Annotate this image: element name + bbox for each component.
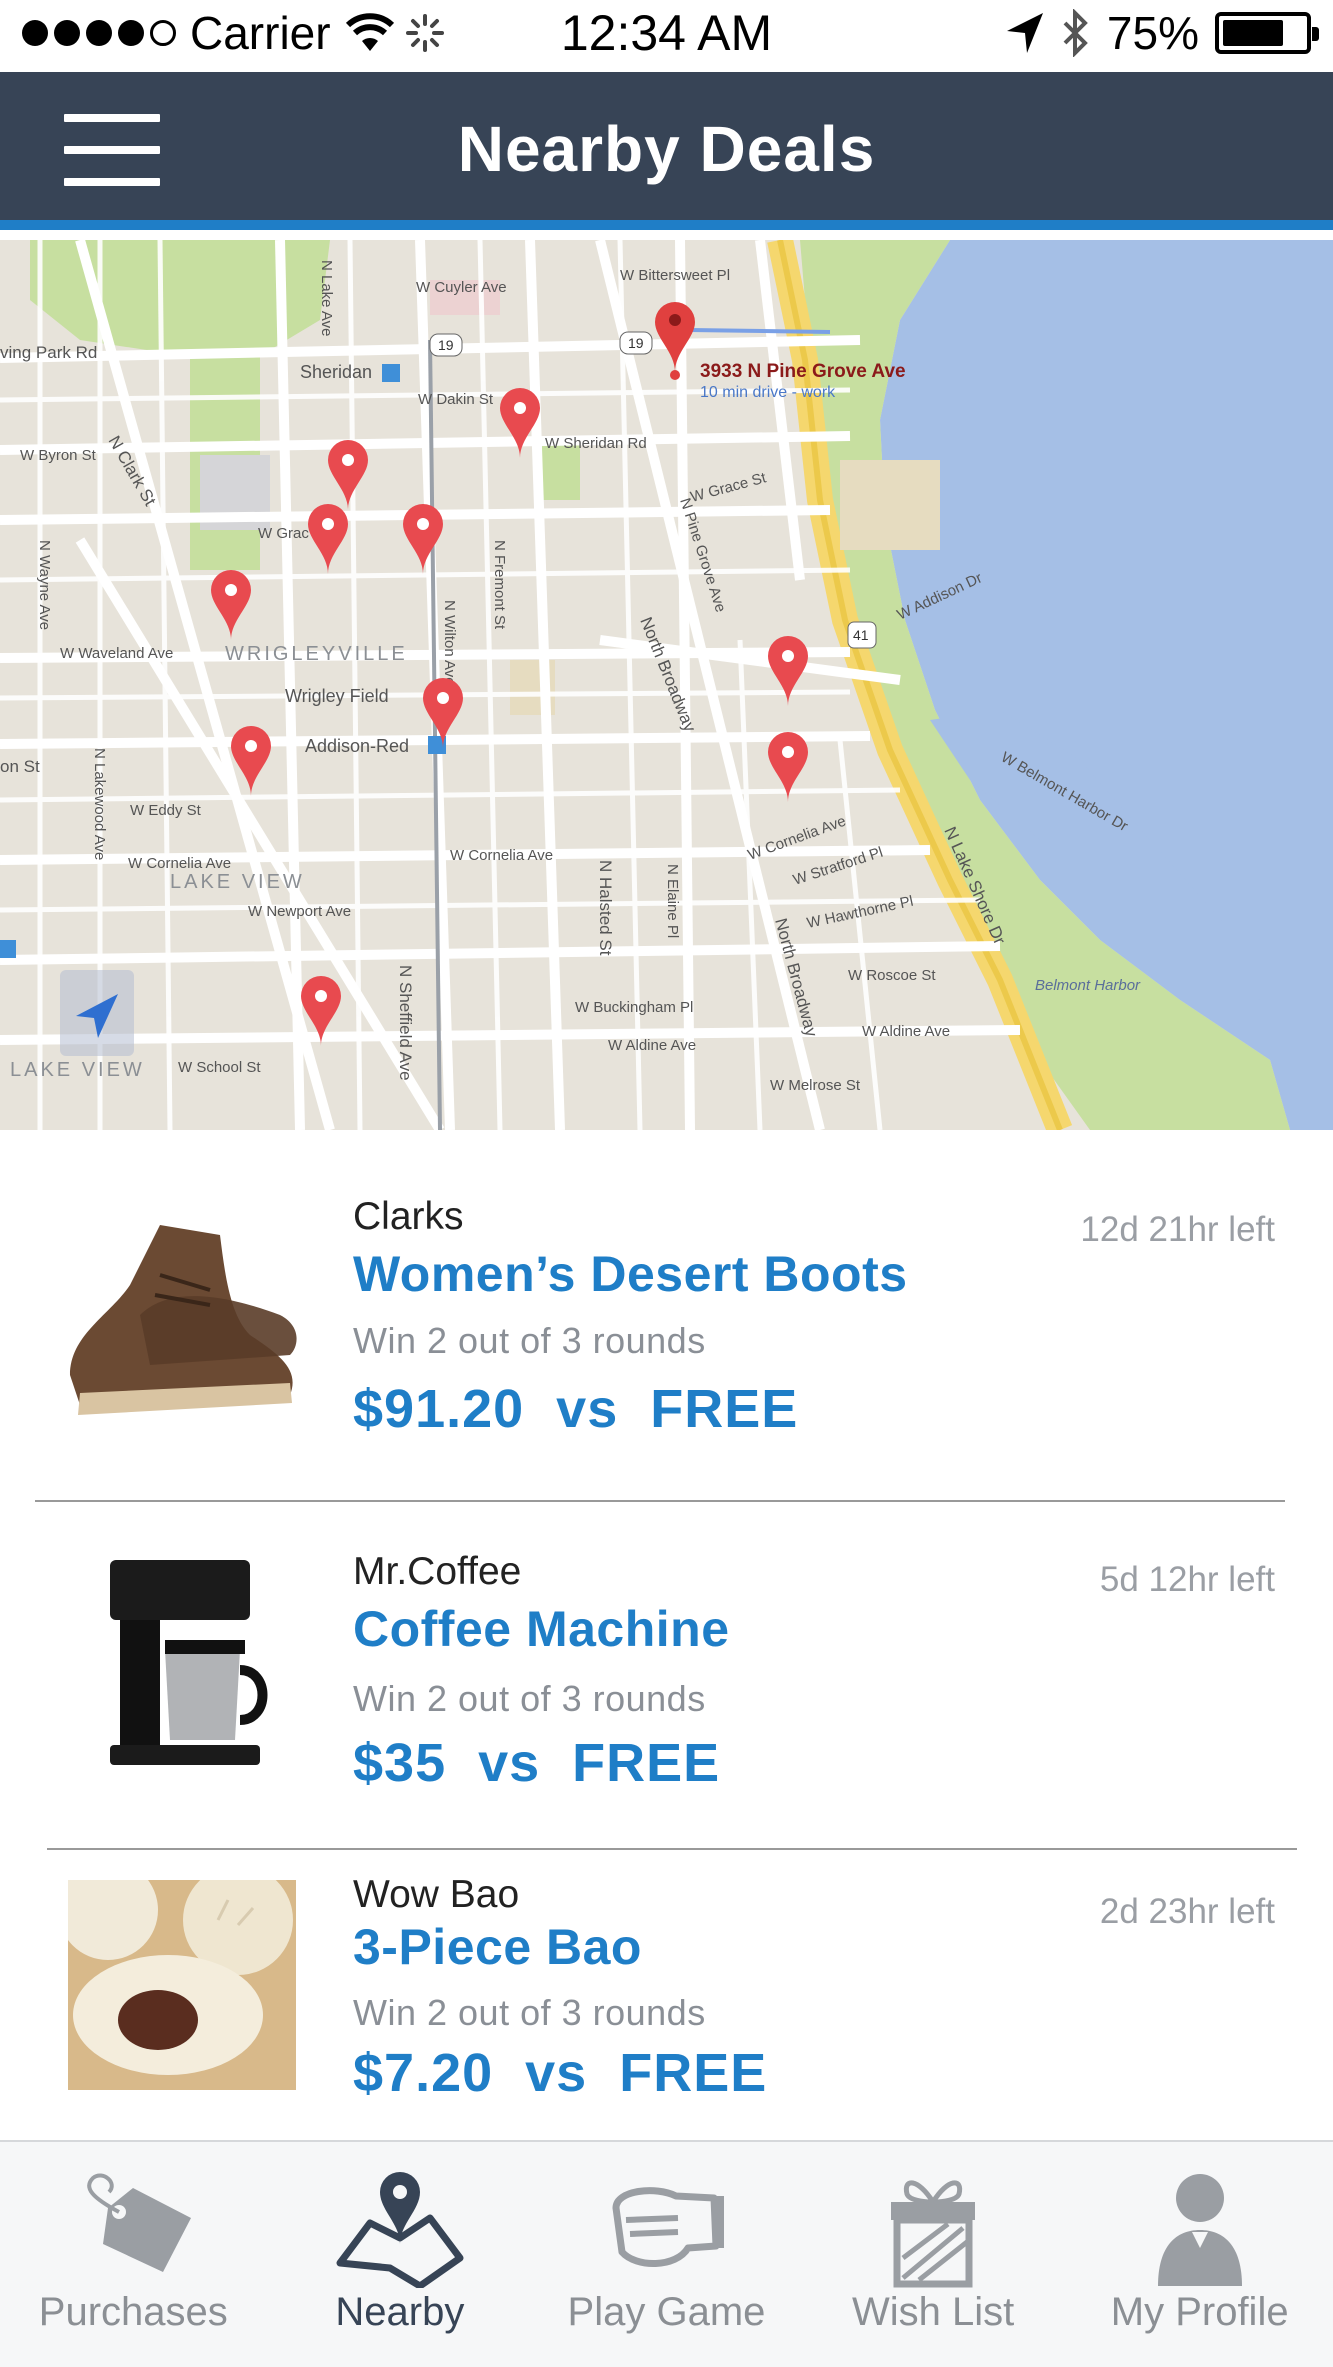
coffee-machine-image [110,1560,268,1765]
status-right: 75% [1005,6,1319,60]
deal-item[interactable]: Wow Bao 3-Piece Bao Win 2 out of 3 round… [0,1870,1333,2140]
tab-label: Play Game [567,2290,766,2334]
fist-icon [612,2187,725,2267]
svg-text:19: 19 [628,335,644,351]
svg-text:Belmont Harbor: Belmont Harbor [1035,977,1141,994]
list-divider [47,1848,1297,1850]
deal-brand: Mr.Coffee [353,1550,522,1593]
svg-text:N Halsted St: N Halsted St [596,860,615,956]
svg-text:W Waveland Ave: W Waveland Ave [60,645,173,662]
tab-label: My Profile [1110,2290,1289,2334]
bluetooth-icon [1063,9,1088,57]
svg-text:ving Park Rd: ving Park Rd [0,343,97,362]
tab-bar: Purchases Nearby Play Game Wish List My … [0,2140,1333,2367]
deal-time-left: 2d 23hr left [1099,1892,1275,1931]
deal-title[interactable]: Coffee Machine [353,1600,730,1658]
tag-icon [87,2173,192,2272]
svg-text:W Aldine Ave: W Aldine Ave [608,1037,696,1054]
location-arrow-icon [76,994,118,1038]
battery-icon [1215,12,1319,54]
svg-text:WRIGLEYVILLE: WRIGLEYVILLE [225,643,408,665]
svg-text:Sheridan: Sheridan [300,362,372,382]
deal-condition: Win 2 out of 3 rounds [353,1320,706,1361]
deal-time-left: 5d 12hr left [1099,1560,1275,1599]
svg-text:W Eddy St: W Eddy St [130,802,202,819]
deal-pin[interactable] [403,504,443,574]
svg-text:on St: on St [0,757,40,776]
svg-text:LAKE VIEW: LAKE VIEW [170,871,305,893]
svg-text:North Broadway: North Broadway [636,614,699,735]
deal-price: $91.20 vs FREE [353,1379,799,1439]
svg-text:W Buckingham Pl: W Buckingham Pl [575,999,693,1016]
svg-text:W Cuyler Ave: W Cuyler Ave [416,279,507,296]
deal-condition: Win 2 out of 3 rounds [353,1992,706,2033]
svg-text:N Lakewood Ave: N Lakewood Ave [91,748,108,860]
svg-text:N Wilton Ave: N Wilton Ave [441,600,458,686]
deal-title[interactable]: Women’s Desert Boots [353,1245,908,1303]
svg-text:W Dakin St: W Dakin St [418,391,494,408]
map-canvas: W Cuyler Ave W Bittersweet Pl ving Park … [0,240,1333,1130]
svg-text:W Cornelia Ave: W Cornelia Ave [128,855,231,872]
svg-text:W Melrose St: W Melrose St [770,1077,861,1094]
page-title: Nearby Deals [457,113,876,185]
deal-brand: Clarks [353,1195,464,1238]
tab-label: Nearby [335,2290,465,2334]
svg-text:W Roscoe St: W Roscoe St [848,967,936,984]
svg-text:N Lake Ave: N Lake Ave [318,260,335,336]
battery-percent: 75% [1106,7,1199,59]
svg-text:Wrigley Field: Wrigley Field [285,686,389,706]
svg-text:W Cornelia Ave: W Cornelia Ave [450,847,553,864]
deal-time-left: 12d 21hr left [1080,1210,1275,1249]
svg-text:W Sheridan Rd: W Sheridan Rd [545,435,647,452]
svg-text:N Elaine Pl: N Elaine Pl [664,864,681,938]
svg-text:N Wayne Ave: N Wayne Ave [36,540,53,630]
profile-icon [1157,2174,1242,2286]
gift-icon [891,2180,976,2288]
app-header: Nearby Deals [0,72,1333,230]
deals-map[interactable]: W Cuyler Ave W Bittersweet Pl ving Park … [0,240,1333,1130]
deal-pin[interactable] [308,504,348,574]
status-bar: Carrier 12:34 AM 75% [0,0,1333,72]
locate-me-button[interactable] [60,970,134,1056]
svg-text:10 min drive - work: 10 min drive - work [700,384,836,401]
svg-text:W Bittersweet Pl: W Bittersweet Pl [620,267,730,284]
deal-price: $7.20 vs FREE [353,2043,768,2103]
tab-label: Purchases [38,2290,228,2334]
svg-text:N Fremont St: N Fremont St [491,540,508,630]
map-pin-icon [336,2172,464,2288]
svg-text:N Sheffield Ave: N Sheffield Ave [396,965,415,1081]
svg-text:W Grac: W Grac [258,525,309,542]
deal-pin[interactable] [768,636,808,706]
svg-text:W Aldine Ave: W Aldine Ave [862,1023,950,1040]
deal-brand: Wow Bao [353,1873,520,1916]
desert-boots-image [70,1225,297,1415]
tab-label: Wish List [851,2290,1015,2334]
deal-pin[interactable] [211,570,251,640]
deal-item[interactable]: Clarks Women’s Desert Boots Win 2 out of… [0,1180,1333,1500]
svg-text:W Newport Ave: W Newport Ave [248,903,351,920]
deal-item[interactable]: Mr.Coffee Coffee Machine Win 2 out of 3 … [0,1540,1333,1850]
tab-my-profile[interactable]: My Profile [1066,2142,1333,2367]
battery-fill [1223,20,1283,46]
deal-title[interactable]: 3-Piece Bao [353,1918,642,1976]
tab-play-game[interactable]: Play Game [533,2142,800,2367]
svg-text:19: 19 [438,337,454,353]
tab-purchases[interactable]: Purchases [0,2142,267,2367]
tab-nearby[interactable]: Nearby [267,2142,534,2367]
location-arrow-icon [1006,13,1043,53]
deal-condition: Win 2 out of 3 rounds [353,1678,706,1719]
svg-text:Addison-Red: Addison-Red [305,736,409,756]
list-divider [35,1500,1285,1502]
svg-text:W Grace St: W Grace St [689,469,769,506]
deal-pin[interactable] [328,440,368,510]
svg-text:W Byron St: W Byron St [20,447,97,464]
deal-price: $35 vs FREE [353,1733,721,1793]
svg-text:W School St: W School St [178,1059,261,1076]
svg-text:41: 41 [853,627,869,643]
tab-wish-list[interactable]: Wish List [800,2142,1067,2367]
bao-image [68,1880,296,2090]
svg-text:LAKE VIEW: LAKE VIEW [10,1059,145,1081]
svg-text:3933 N Pine Grove Ave: 3933 N Pine Grove Ave [700,361,906,382]
